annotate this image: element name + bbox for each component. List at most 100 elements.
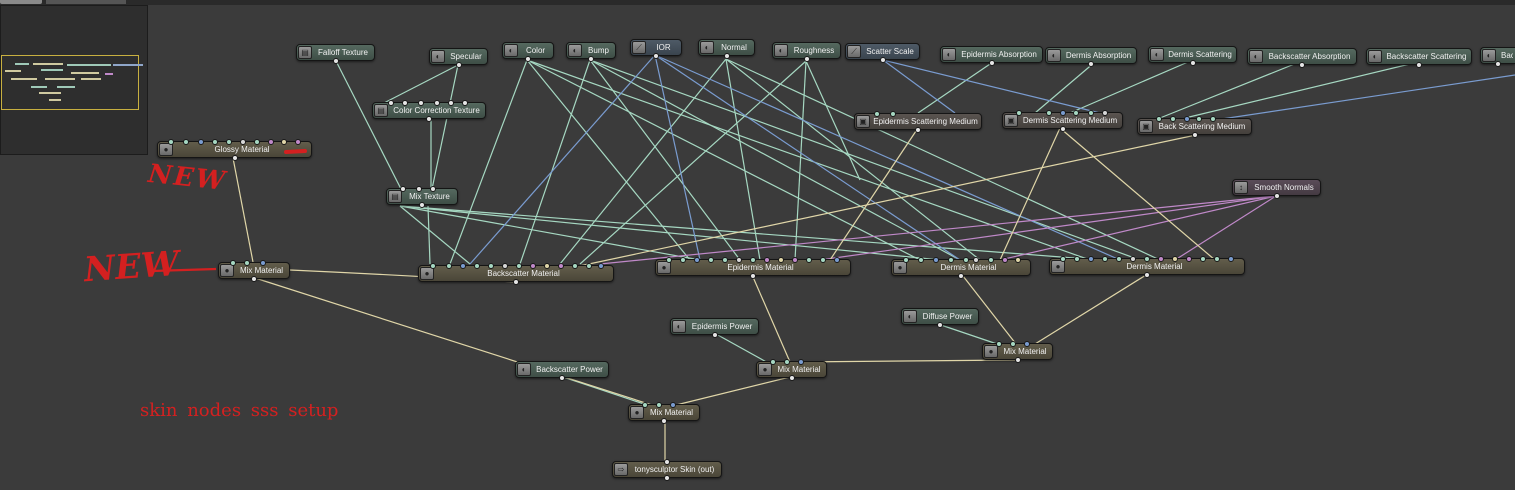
node-backscatter-absorption[interactable]: ◐ Backscatter Absorption xyxy=(1247,48,1357,68)
input-socket[interactable] xyxy=(1016,110,1022,116)
input-socket[interactable] xyxy=(254,139,260,145)
node-diffuse-power[interactable]: ◐ Diffuse Power xyxy=(901,308,979,328)
node-backscatter-scattering[interactable]: ◐ Backscatter Scattering xyxy=(1366,48,1472,68)
input-socket[interactable] xyxy=(460,263,466,269)
input-socket[interactable] xyxy=(890,111,896,117)
output-socket[interactable] xyxy=(426,116,432,122)
output-socket[interactable] xyxy=(559,375,565,381)
input-socket[interactable] xyxy=(664,459,670,465)
output-socket[interactable] xyxy=(419,202,425,208)
input-socket[interactable] xyxy=(598,263,604,269)
input-socket[interactable] xyxy=(1088,256,1094,262)
output-socket[interactable] xyxy=(332,58,339,64)
input-socket[interactable] xyxy=(430,186,436,192)
output-socket[interactable] xyxy=(879,57,886,63)
input-socket[interactable] xyxy=(1010,341,1016,347)
node-dermis-material-2[interactable]: ● Dermis Material xyxy=(1049,256,1245,278)
input-socket[interactable] xyxy=(230,260,236,266)
input-socket[interactable] xyxy=(963,257,969,263)
node-output-skin[interactable]: ⇨ tonysculptor Skin (out) xyxy=(612,459,722,481)
node-backscatter-material[interactable]: ● Backscatter Material xyxy=(418,263,614,285)
input-socket[interactable] xyxy=(792,257,798,263)
output-socket[interactable] xyxy=(513,279,519,285)
input-socket[interactable] xyxy=(474,263,480,269)
output-socket[interactable] xyxy=(1189,60,1196,66)
output-socket[interactable] xyxy=(1059,126,1066,132)
node-epidermis-scattering-medium[interactable]: ▣ Epidermis Scattering Medium xyxy=(854,111,982,133)
node-specular[interactable]: ◐ Specular xyxy=(429,48,488,68)
output-socket[interactable] xyxy=(251,276,257,282)
input-socket[interactable] xyxy=(502,263,508,269)
input-socket[interactable] xyxy=(1158,256,1164,262)
node-dermis-material-1[interactable]: ● Dermis Material xyxy=(891,257,1031,279)
node-color[interactable]: ◐ Color xyxy=(502,42,554,62)
output-socket[interactable] xyxy=(988,60,995,66)
input-socket[interactable] xyxy=(260,260,266,266)
node-epidermis-power[interactable]: ◐ Epidermis Power xyxy=(670,318,759,338)
input-socket[interactable] xyxy=(1144,256,1150,262)
input-socket[interactable] xyxy=(446,263,452,269)
node-ior[interactable]: ⟋ IOR xyxy=(630,39,682,59)
input-socket[interactable] xyxy=(1074,256,1080,262)
node-dermis-absorption[interactable]: ◐ Dermis Absorption xyxy=(1045,47,1137,67)
output-socket[interactable] xyxy=(1495,61,1501,67)
input-socket[interactable] xyxy=(586,263,592,269)
input-socket[interactable] xyxy=(1130,256,1136,262)
input-socket[interactable] xyxy=(874,111,880,117)
output-socket[interactable] xyxy=(231,155,238,161)
node-normal[interactable]: ◐ Normal xyxy=(698,39,755,59)
input-socket[interactable] xyxy=(430,263,436,269)
input-socket[interactable] xyxy=(948,257,954,263)
node-back-partial[interactable]: ◐ Bac xyxy=(1480,47,1515,67)
input-socket[interactable] xyxy=(680,257,686,263)
node-epidermis-material[interactable]: ● Epidermis Material xyxy=(655,257,851,279)
input-socket[interactable] xyxy=(281,139,287,145)
input-socket[interactable] xyxy=(764,257,770,263)
input-socket[interactable] xyxy=(666,257,672,263)
input-socket[interactable] xyxy=(798,359,804,365)
input-socket[interactable] xyxy=(212,139,218,145)
output-socket[interactable] xyxy=(1144,272,1150,278)
node-mix-material-right[interactable]: ● Mix Material xyxy=(982,341,1053,363)
input-socket[interactable] xyxy=(988,257,994,263)
input-socket[interactable] xyxy=(240,139,246,145)
input-socket[interactable] xyxy=(656,402,662,408)
input-socket[interactable] xyxy=(778,257,784,263)
input-socket[interactable] xyxy=(388,100,394,106)
input-socket[interactable] xyxy=(722,257,728,263)
input-socket[interactable] xyxy=(402,100,408,106)
input-socket[interactable] xyxy=(1060,110,1066,116)
node-back-scattering-medium[interactable]: ▣ Back Scattering Medium xyxy=(1137,116,1252,138)
output-socket[interactable] xyxy=(664,475,670,481)
input-socket[interactable] xyxy=(434,100,440,106)
input-socket[interactable] xyxy=(670,402,676,408)
input-socket[interactable] xyxy=(642,402,648,408)
output-socket[interactable] xyxy=(661,418,667,424)
input-socket[interactable] xyxy=(784,359,790,365)
output-socket[interactable] xyxy=(1299,62,1305,68)
input-socket[interactable] xyxy=(268,139,274,145)
input-socket[interactable] xyxy=(1024,341,1030,347)
output-socket[interactable] xyxy=(525,56,531,62)
node-mix-material-top[interactable]: ● Mix Material xyxy=(218,260,290,282)
node-mix-material-bottom[interactable]: ● Mix Material xyxy=(628,402,700,424)
input-socket[interactable] xyxy=(544,263,550,269)
input-socket[interactable] xyxy=(488,263,494,269)
output-socket[interactable] xyxy=(1416,62,1422,68)
input-socket[interactable] xyxy=(416,186,422,192)
output-socket[interactable] xyxy=(958,273,964,279)
input-socket[interactable] xyxy=(1172,256,1178,262)
input-socket[interactable] xyxy=(750,257,756,263)
input-socket[interactable] xyxy=(1156,116,1162,122)
output-socket[interactable] xyxy=(915,127,921,133)
input-socket[interactable] xyxy=(1046,110,1052,116)
input-socket[interactable] xyxy=(572,263,578,269)
input-socket[interactable] xyxy=(973,257,979,263)
node-mix-texture[interactable]: ▤ Mix Texture xyxy=(386,186,458,208)
node-mix-material-mid[interactable]: ● Mix Material xyxy=(756,359,827,381)
node-falloff-texture[interactable]: ▤ Falloff Texture xyxy=(296,44,375,64)
output-socket[interactable] xyxy=(1014,357,1021,363)
input-socket[interactable] xyxy=(1088,110,1094,116)
input-socket[interactable] xyxy=(996,341,1002,347)
output-socket[interactable] xyxy=(1088,61,1094,67)
